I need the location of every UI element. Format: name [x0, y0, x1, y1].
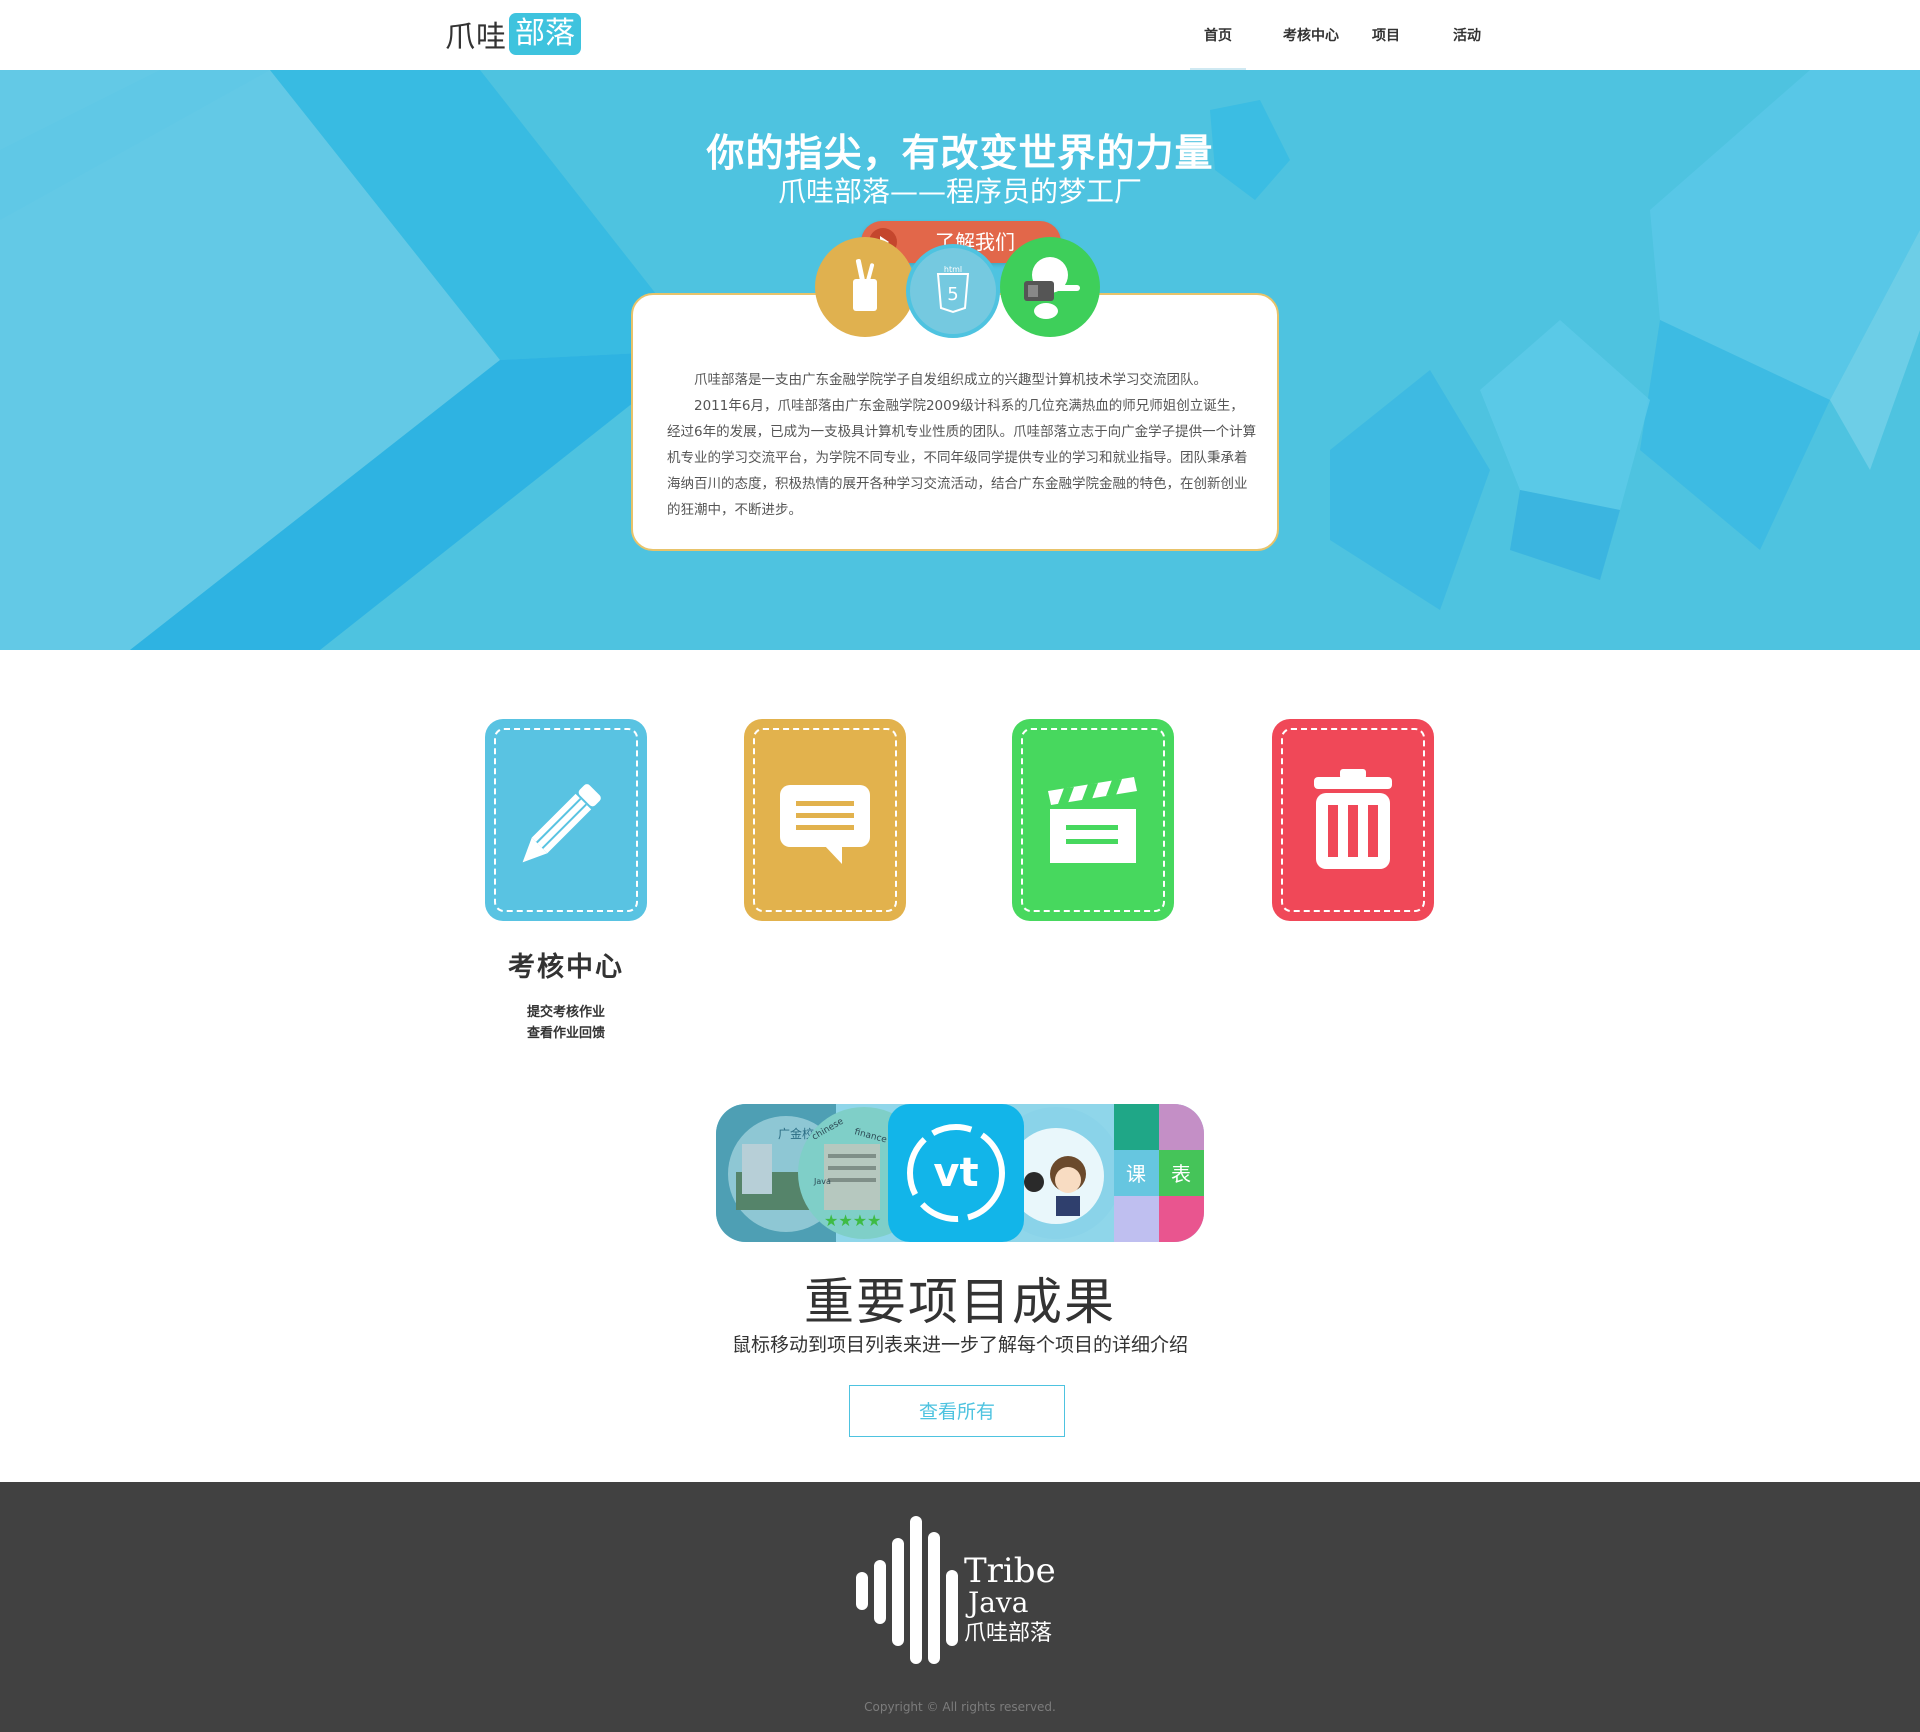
- project-thumbnail-strip: 广金校 chinese finance Java ★★★★ 课 表 vt: [716, 1104, 1204, 1242]
- copyright-text: Copyright © All rights reserved.: [864, 1700, 1056, 1714]
- html5-number: 5: [947, 284, 958, 305]
- project-thumb-vt[interactable]: vt: [888, 1104, 1024, 1242]
- activities-card[interactable]: [1272, 719, 1434, 921]
- project-thumbnails[interactable]: 广金校 chinese finance Java ★★★★ 课 表 vt: [716, 1104, 1204, 1242]
- android-robot-icon: [1024, 257, 1080, 319]
- html5-badge: html 5: [906, 244, 1000, 338]
- logo-text-part1: 爪哇: [445, 20, 507, 55]
- nav-item-activities[interactable]: 活动: [1442, 0, 1492, 70]
- thumb-text: vt: [933, 1150, 978, 1196]
- nav-item-home[interactable]: 首页: [1190, 0, 1246, 70]
- view-all-button[interactable]: 查看所有: [849, 1385, 1065, 1437]
- pencil-icon: [522, 784, 601, 863]
- about-paragraph: 爪哇部落是一支由广东金融学院学子自发组织成立的兴趣型计算机技术学习交流团队。: [694, 372, 1207, 388]
- projects-subtitle: 鼠标移动到项目列表来进一步了解每个项目的详细介绍: [731, 1334, 1188, 1356]
- projects-title: 重要项目成果: [804, 1273, 1116, 1331]
- hero-title: 你的指尖，有改变世界的力量: [706, 131, 1214, 175]
- about-paragraph: 2011年6月，爪哇部落由广东金融学院2009级计科系的几位充满热血的师兄师姐创…: [667, 398, 1257, 518]
- nav-item-assessment[interactable]: 考核中心: [1276, 0, 1346, 70]
- discussion-card[interactable]: [744, 719, 906, 921]
- submit-assignment-link[interactable]: 提交考核作业: [485, 1002, 647, 1023]
- logo-line-cn: 爪哇部落: [964, 1621, 1052, 1646]
- clapperboard-icon: [1048, 777, 1137, 863]
- tribe-java-logo: Tribe Java 爪哇部落: [856, 1516, 1056, 1664]
- feature-title: 考核中心: [508, 952, 624, 983]
- android-badge: [1000, 237, 1100, 337]
- view-feedback-link[interactable]: 查看作业回馈: [485, 1023, 647, 1044]
- thumb-text: 课: [1126, 1162, 1146, 1186]
- site-footer: Tribe Java 爪哇部落 Copyright © All rights r…: [0, 1482, 1920, 1732]
- design-badge: [815, 237, 915, 337]
- feature-links: 提交考核作业 查看作业回馈: [485, 1002, 647, 1044]
- thumb-text: 表: [1171, 1162, 1191, 1186]
- html-text: html: [944, 265, 962, 274]
- project-thumb-schedule[interactable]: 课 表: [1114, 1104, 1204, 1242]
- projects-card[interactable]: [1012, 719, 1174, 921]
- main-nav: 首页 考核中心 项目 活动: [1190, 0, 1492, 70]
- hero-subtitle: 爪哇部落——程序员的梦工厂: [777, 175, 1142, 208]
- assessment-center-card[interactable]: [485, 719, 647, 921]
- logo-text-part2: 部落: [509, 13, 581, 55]
- site-logo[interactable]: 爪哇 部落: [445, 12, 581, 56]
- trash-icon: [1314, 769, 1392, 869]
- svg-text:★★★★: ★★★★: [824, 1211, 881, 1230]
- chat-bubble-icon: [780, 785, 870, 864]
- nav-item-projects[interactable]: 项目: [1366, 0, 1406, 70]
- about-card-text: 爪哇部落是一支由广东金融学院学子自发组织成立的兴趣型计算机技术学习交流团队。 2…: [667, 367, 1257, 523]
- thumb-text: Java: [813, 1177, 831, 1186]
- top-header: 爪哇 部落 首页 考核中心 项目 活动: [0, 0, 1920, 70]
- logo-line-java: Java: [965, 1586, 1028, 1619]
- pen-cup-icon: [853, 259, 877, 311]
- logo-line-tribe: Tribe: [964, 1551, 1056, 1591]
- html5-icon: html 5: [936, 265, 970, 314]
